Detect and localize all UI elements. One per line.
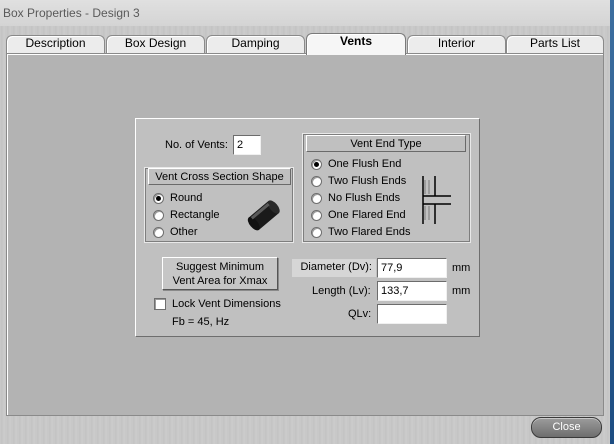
tab-box-design[interactable]: Box Design [106,35,205,53]
cross-section-round-option[interactable]: Round [153,190,202,206]
end-type-one-flush-option[interactable]: One Flush End [311,156,401,172]
radio-one-flared-end[interactable] [311,209,322,221]
radio-rectangle[interactable] [153,209,164,221]
cross-section-title: Vent Cross Section Shape [148,168,291,185]
fb-text: Fb = 45, Hz [172,316,230,328]
vents-frame: No. of Vents: 2 Vent Cross Section Shape… [135,118,480,337]
radio-one-flush-end[interactable] [311,158,322,170]
radio-one-flush-end-label: One Flush End [328,158,402,170]
radio-two-flared-ends[interactable] [311,226,322,238]
suggest-button-line2: Vent Area for Xmax [172,275,268,287]
radio-round-label: Round [170,192,203,204]
diameter-unit: mm [452,262,471,274]
cross-section-group: Vent Cross Section Shape Round Rectangle… [144,167,294,243]
suggest-vent-area-button[interactable]: Suggest Minimum Vent Area for Xmax [162,257,278,290]
diameter-input[interactable]: 77,9 [377,258,447,278]
end-type-one-flared-option[interactable]: One Flared End [311,207,406,223]
radio-no-flush-ends-label: No Flush Ends [328,192,401,204]
diameter-label: Diameter (Dv): [292,259,376,277]
tab-interior[interactable]: Interior [407,35,506,53]
qlv-label: QLv: [348,308,372,320]
length-label: Length (Lv): [312,285,371,297]
close-button[interactable]: Close [531,417,602,438]
radio-other[interactable] [153,226,164,238]
radio-other-label: Other [170,226,198,238]
tab-damping[interactable]: Damping [206,35,305,53]
box-properties-window: Box Properties - Design 3 Description Bo… [0,0,614,444]
radio-rectangle-label: Rectangle [170,209,220,221]
radio-one-flared-end-label: One Flared End [328,209,406,221]
window-edge [610,0,614,444]
tab-description[interactable]: Description [6,35,105,53]
end-type-two-flush-option[interactable]: Two Flush Ends [311,173,406,189]
length-unit: mm [452,285,471,297]
tab-vents[interactable]: Vents [306,33,406,55]
qlv-input[interactable] [377,304,447,324]
suggest-button-line1: Suggest Minimum [175,261,265,273]
end-type-no-flush-option[interactable]: No Flush Ends [311,190,400,206]
radio-no-flush-ends[interactable] [311,192,322,204]
radio-two-flush-ends[interactable] [311,175,322,187]
length-input[interactable]: 133,7 [377,281,447,301]
lock-vent-dimensions-label: Lock Vent Dimensions [172,298,281,310]
cross-section-other-option[interactable]: Other [153,224,198,240]
cross-section-rectangle-option[interactable]: Rectangle [153,207,220,223]
num-vents-label: No. of Vents: [165,139,228,151]
tab-parts-list[interactable]: Parts List [506,35,604,53]
end-type-title: Vent End Type [306,135,466,152]
radio-two-flared-ends-label: Two Flared Ends [328,226,411,238]
window-title: Box Properties - Design 3 [0,0,614,26]
end-type-two-flared-option[interactable]: Two Flared Ends [311,224,411,240]
tab-bar: Description Box Design Damping Vents Int… [6,33,604,55]
lock-vent-dimensions-checkbox[interactable] [154,298,166,310]
radio-two-flush-ends-label: Two Flush Ends [328,175,407,187]
cylinder-icon [247,200,280,231]
radio-round[interactable] [153,192,164,204]
num-vents-input[interactable]: 2 [233,135,261,155]
end-type-group: Vent End Type One Flush End Two Flush En… [302,133,471,243]
flush-end-icon [422,176,451,224]
